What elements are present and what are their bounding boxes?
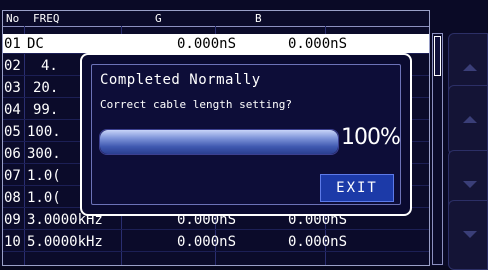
row-frequency: 4. [41,58,58,74]
table-row[interactable]: 01 DC 0.000nS 0.000nS [3,34,429,54]
row-frequency: 300. [27,146,61,162]
row-number: 03 [4,80,21,96]
row-number: 10 [4,234,21,250]
row-susceptance: 0.000nS [288,36,348,52]
row-frequency: 20. [33,80,59,96]
header-b: B [255,12,262,25]
header-g: G [155,12,162,25]
scrollbar-thumb[interactable] [434,36,441,76]
scroll-page-down-button[interactable] [448,200,488,270]
dialog-title: Completed Normally [100,72,261,88]
row-frequency: DC [27,36,44,52]
row-frequency: 5.0000kHz [27,234,103,250]
arrow-up-icon [463,64,477,71]
row-number: 01 [4,36,21,52]
scroll-up-button[interactable] [448,85,488,155]
arrow-down-icon [463,181,477,188]
progress-bar [99,129,339,155]
row-frequency: 1.0( [27,168,61,184]
header-no: No [6,12,20,25]
progress-percent: 100% [341,125,401,150]
completion-dialog: Completed Normally Correct cable length … [80,53,412,216]
row-conductance: 0.000nS [177,36,237,52]
row-number: 09 [4,212,21,228]
progress-fill [100,130,338,154]
table-row[interactable]: 10 5.0000kHz 0.000nS 0.000nS [3,232,429,252]
row-susceptance: 0.000nS [288,234,348,250]
header-freq: FREQ [33,12,60,25]
row-number: 05 [4,124,21,140]
row-frequency: 1.0( [27,190,61,206]
row-number: 08 [4,190,21,206]
dialog-panel: Completed Normally Correct cable length … [91,64,401,205]
row-number: 04 [4,102,21,118]
dialog-message: Correct cable length setting? [100,98,293,111]
row-frequency: 100. [27,124,61,140]
row-conductance: 0.000nS [177,234,237,250]
measurement-screen: No FREQ G B 01 DC 0.000nS 0.000nS 02 4. … [0,0,488,270]
row-number: 06 [4,146,21,162]
row-number: 07 [4,168,21,184]
exit-button[interactable]: EXIT [320,174,394,202]
row-number: 02 [4,58,21,74]
arrow-up-icon [463,116,477,123]
arrow-down-icon [463,231,477,238]
table-header: No FREQ G B [3,11,429,27]
row-frequency: 99. [33,102,59,118]
